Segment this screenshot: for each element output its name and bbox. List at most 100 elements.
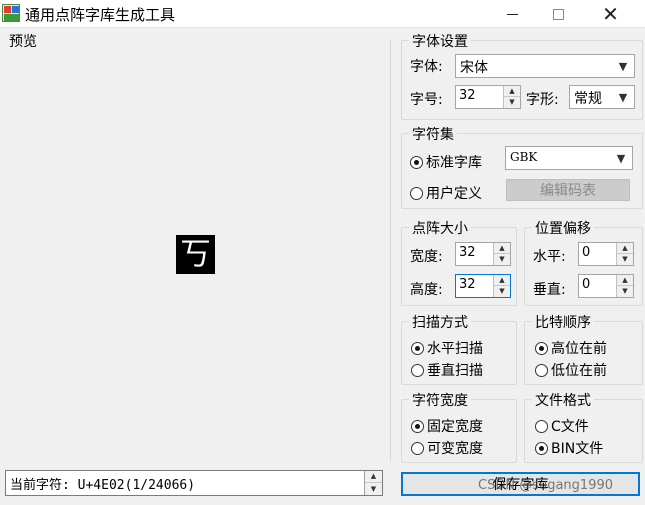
style-label: 字形: xyxy=(526,92,559,108)
fixed-width-label: 固定宽度 xyxy=(427,419,483,435)
maximize-icon xyxy=(553,8,564,20)
radio-bin-file[interactable]: BIN文件 xyxy=(535,438,603,458)
radio-user-charset[interactable]: 用户定义 xyxy=(410,183,482,203)
radio-c-file[interactable]: C文件 xyxy=(535,416,589,436)
radio-fixed-width[interactable]: 固定宽度 xyxy=(411,416,483,436)
font-label: 字体: xyxy=(410,59,443,75)
preview-label: 预览 xyxy=(9,34,37,50)
char-width-title: 字符宽度 xyxy=(409,390,471,410)
height-stepper[interactable]: 32 ▲ ▼ xyxy=(455,274,511,298)
horizontal-offset-label: 水平: xyxy=(533,249,566,265)
bit-order-title: 比特顺序 xyxy=(532,312,594,332)
radio-off-icon xyxy=(411,363,424,377)
radio-vertical-scan[interactable]: 垂直扫描 xyxy=(411,360,483,380)
spin-down-icon[interactable]: ▼ xyxy=(494,286,510,297)
radio-on-icon xyxy=(410,155,423,169)
font-settings-group: 字体设置 字体: 宋体 ▼ 字号: 32 ▲ ▼ 字形: 常规 ▼ xyxy=(401,31,643,120)
variable-width-label: 可变宽度 xyxy=(427,441,483,457)
font-settings-title: 字体设置 xyxy=(409,31,471,51)
radio-on-icon xyxy=(535,441,548,455)
width-label: 宽度: xyxy=(410,249,443,265)
chevron-down-icon: ▼ xyxy=(618,59,628,73)
size-stepper[interactable]: 32 ▲ ▼ xyxy=(455,85,521,109)
lsb-first-label: 低位在前 xyxy=(551,363,607,379)
vertical-offset-value: 0 xyxy=(582,277,591,292)
current-char-text: 当前字符: U+4E02(1/24066) xyxy=(10,478,196,493)
edit-codetable-button[interactable]: 编辑码表 xyxy=(506,179,630,201)
horizontal-offset-stepper[interactable]: 0 ▲ ▼ xyxy=(578,242,634,266)
offset-title: 位置偏移 xyxy=(532,218,594,238)
close-icon: ✕ xyxy=(602,2,619,26)
watermark: CSDN @sugang1990 xyxy=(478,478,614,493)
dot-size-group: 点阵大小 宽度: 32 ▲ ▼ 高度: 32 ▲ ▼ xyxy=(401,218,517,306)
minimize-button[interactable] xyxy=(490,0,535,28)
style-select-value: 常规 xyxy=(574,91,602,107)
scan-mode-title: 扫描方式 xyxy=(409,312,471,332)
user-charset-label: 用户定义 xyxy=(426,186,482,202)
preview-glyph: 丂 xyxy=(176,235,215,274)
radio-off-icon xyxy=(535,419,548,433)
spin-up-icon[interactable]: ▲ xyxy=(504,86,520,97)
file-format-title: 文件格式 xyxy=(532,390,594,410)
offset-group: 位置偏移 水平: 0 ▲ ▼ 垂直: 0 ▲ ▼ xyxy=(524,218,643,306)
charset-select-value: GBK xyxy=(510,150,538,164)
spin-down-icon[interactable]: ▼ xyxy=(365,483,382,495)
vertical-scan-label: 垂直扫描 xyxy=(427,363,483,379)
spin-down-icon[interactable]: ▼ xyxy=(504,97,520,108)
radio-off-icon xyxy=(411,441,424,455)
msb-first-label: 高位在前 xyxy=(551,341,607,357)
vertical-offset-stepper[interactable]: 0 ▲ ▼ xyxy=(578,274,634,298)
radio-horizontal-scan[interactable]: 水平扫描 xyxy=(411,338,483,358)
char-width-group: 字符宽度 固定宽度 可变宽度 xyxy=(401,390,517,463)
app-icon xyxy=(2,4,20,22)
c-file-label: C文件 xyxy=(551,419,589,435)
maximize-button[interactable] xyxy=(536,0,581,28)
font-select-value: 宋体 xyxy=(460,60,488,76)
chevron-down-icon: ▼ xyxy=(618,90,628,104)
horizontal-offset-value: 0 xyxy=(582,245,591,260)
spin-up-icon[interactable]: ▲ xyxy=(494,275,510,286)
font-select[interactable]: 宋体 ▼ xyxy=(455,54,635,78)
height-label: 高度: xyxy=(410,282,443,298)
dot-size-title: 点阵大小 xyxy=(409,218,471,238)
spin-up-icon[interactable]: ▲ xyxy=(617,275,633,286)
spin-down-icon[interactable]: ▼ xyxy=(617,286,633,297)
height-value: 32 xyxy=(459,277,476,292)
bin-file-label: BIN文件 xyxy=(551,441,604,457)
standard-charset-label: 标准字库 xyxy=(426,155,482,171)
spin-up-icon[interactable]: ▲ xyxy=(365,471,382,483)
width-stepper[interactable]: 32 ▲ ▼ xyxy=(455,242,511,266)
radio-variable-width[interactable]: 可变宽度 xyxy=(411,438,483,458)
radio-msb-first[interactable]: 高位在前 xyxy=(535,338,607,358)
vertical-offset-label: 垂直: xyxy=(533,282,566,298)
size-value: 32 xyxy=(459,88,476,103)
spin-down-icon[interactable]: ▼ xyxy=(617,254,633,265)
width-value: 32 xyxy=(459,245,476,260)
spin-up-icon[interactable]: ▲ xyxy=(494,243,510,254)
char-stepper[interactable]: ▲ ▼ xyxy=(364,471,382,495)
radio-off-icon xyxy=(535,363,548,377)
minimize-icon xyxy=(507,13,518,15)
charset-select[interactable]: GBK ▼ xyxy=(505,146,633,170)
scan-mode-group: 扫描方式 水平扫描 垂直扫描 xyxy=(401,312,517,385)
charset-title: 字符集 xyxy=(409,124,457,144)
close-button[interactable]: ✕ xyxy=(588,0,633,28)
title-bar: 通用点阵字库生成工具 ✕ xyxy=(0,0,645,28)
radio-on-icon xyxy=(411,341,424,355)
radio-on-icon xyxy=(411,419,424,433)
style-select[interactable]: 常规 ▼ xyxy=(569,85,635,109)
radio-lsb-first[interactable]: 低位在前 xyxy=(535,360,607,380)
spin-up-icon[interactable]: ▲ xyxy=(617,243,633,254)
radio-on-icon xyxy=(535,341,548,355)
radio-standard-charset[interactable]: 标准字库 xyxy=(410,152,482,172)
charset-group: 字符集 标准字库 GBK ▼ 用户定义 编辑码表 xyxy=(401,124,643,209)
radio-off-icon xyxy=(410,186,423,200)
horizontal-scan-label: 水平扫描 xyxy=(427,341,483,357)
current-char-field[interactable]: 当前字符: U+4E02(1/24066) ▲ ▼ xyxy=(5,470,383,496)
chevron-down-icon: ▼ xyxy=(616,151,626,165)
spin-down-icon[interactable]: ▼ xyxy=(494,254,510,265)
size-label: 字号: xyxy=(410,92,443,108)
window-title: 通用点阵字库生成工具 xyxy=(25,6,176,24)
bit-order-group: 比特顺序 高位在前 低位在前 xyxy=(524,312,643,385)
file-format-group: 文件格式 C文件 BIN文件 xyxy=(524,390,643,463)
